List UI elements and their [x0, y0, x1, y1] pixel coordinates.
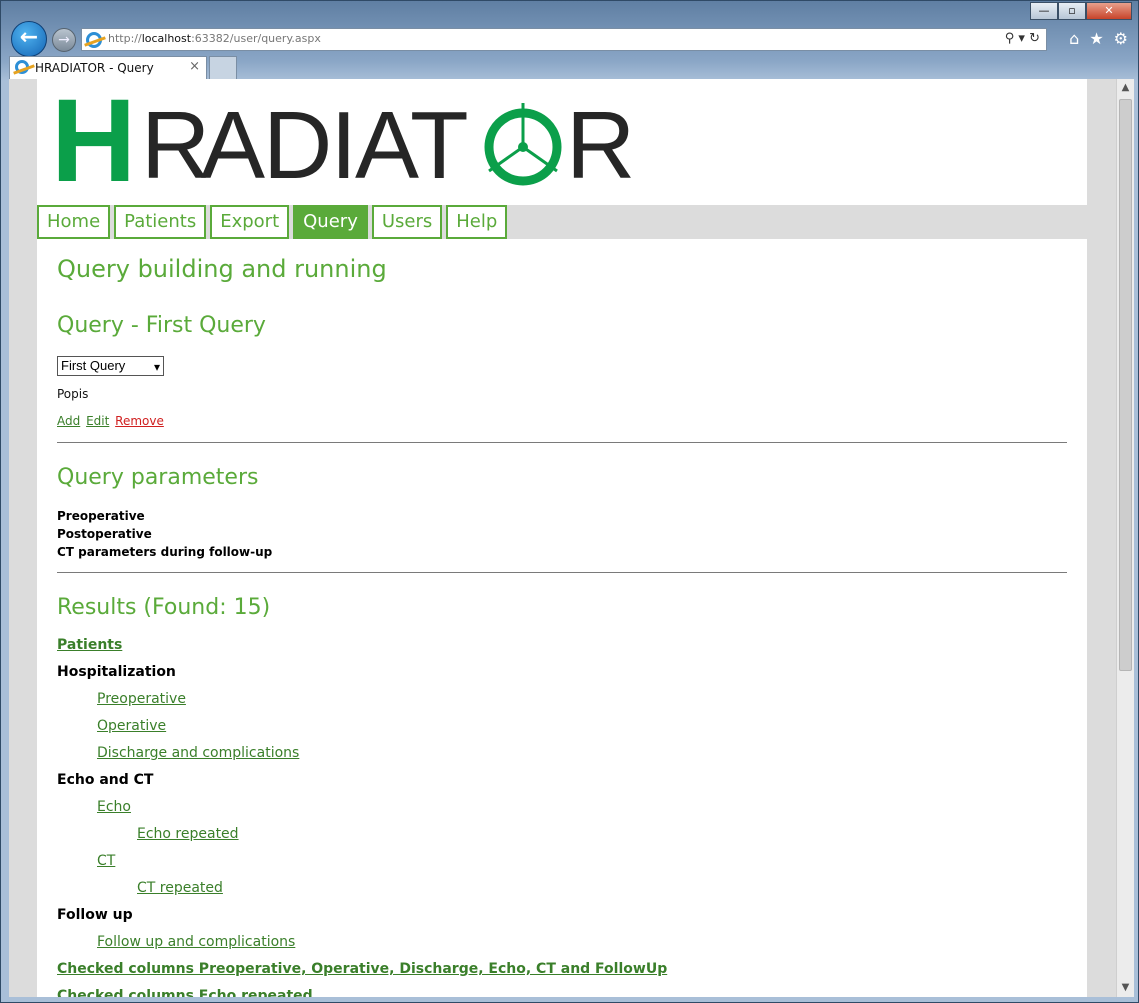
param-item: Postoperative	[57, 527, 152, 541]
favorites-star-icon[interactable]: ★	[1089, 29, 1103, 48]
query-description: Popis	[57, 387, 89, 401]
address-tools: ⚲ ▾ ↻	[1004, 31, 1040, 46]
minimize-button[interactable]: —	[1030, 2, 1058, 20]
menu-item-users[interactable]: Users	[371, 205, 443, 239]
ie-icon	[86, 32, 102, 48]
result-link-checked-echo-repeated[interactable]: Checked columns Echo repeated	[57, 988, 313, 997]
browser-window: — ▫ ✕ ← → http://localhost:63382/user/qu…	[0, 0, 1139, 1003]
page-title: Query building and running	[57, 255, 387, 283]
back-arrow-icon[interactable]: ←	[11, 21, 47, 57]
scroll-up-icon[interactable]: ▲	[1117, 79, 1134, 97]
tab-title: HRADIATOR - Query	[35, 61, 154, 75]
edit-link[interactable]: Edit	[86, 414, 109, 428]
main-menu: Home Patients Export Query Users Help	[37, 205, 508, 239]
result-link-operative[interactable]: Operative	[97, 718, 166, 734]
url-text[interactable]: http://localhost:63382/user/query.aspx	[108, 32, 321, 45]
vertical-scrollbar[interactable]: ▲ ▼	[1116, 79, 1134, 997]
result-link-echo-repeated[interactable]: Echo repeated	[137, 826, 239, 842]
param-item: CT parameters during follow-up	[57, 545, 273, 559]
scroll-down-icon[interactable]: ▼	[1117, 979, 1134, 997]
scroll-thumb[interactable]	[1119, 99, 1132, 671]
steering-wheel-icon	[484, 103, 562, 186]
hradiator-logo: H R ADIAT R	[51, 79, 635, 207]
main-menu-bar: Home Patients Export Query Users Help	[37, 205, 1087, 239]
params-title: Query parameters	[57, 465, 259, 490]
result-link-ct[interactable]: CT	[97, 853, 115, 869]
tab-strip: HRADIATOR - Query ×	[9, 56, 1134, 79]
result-heading-follow-up: Follow up	[57, 907, 133, 923]
query-title: Query - First Query	[57, 313, 266, 338]
close-window-button[interactable]: ✕	[1086, 2, 1132, 20]
home-icon[interactable]: ⌂	[1069, 29, 1079, 48]
divider	[57, 442, 1067, 443]
page: H R ADIAT R Home Patients Export Query U…	[37, 79, 1087, 997]
result-heading-hospitalization: Hospitalization	[57, 664, 176, 680]
navigation-bar: ← → http://localhost:63382/user/query.as…	[9, 19, 1134, 59]
result-link-follow-up-complications[interactable]: Follow up and complications	[97, 934, 295, 950]
query-select[interactable]: First Query ▾	[57, 356, 164, 376]
add-link[interactable]: Add	[57, 414, 80, 428]
menu-item-help[interactable]: Help	[446, 205, 508, 239]
menu-item-query[interactable]: Query	[293, 205, 368, 239]
remove-link[interactable]: Remove	[115, 414, 164, 428]
menu-item-home[interactable]: Home	[37, 205, 111, 239]
search-icon[interactable]: ⚲	[1005, 31, 1015, 46]
query-actions: Add Edit Remove	[57, 414, 166, 428]
new-tab-button[interactable]	[209, 56, 237, 79]
maximize-button[interactable]: ▫	[1058, 2, 1086, 20]
menu-item-patients[interactable]: Patients	[114, 205, 207, 239]
divider	[57, 572, 1067, 573]
result-link-checked-columns[interactable]: Checked columns Preoperative, Operative,…	[57, 961, 667, 977]
result-heading-echo-ct: Echo and CT	[57, 772, 154, 788]
browser-toolbar: ⌂ ★ ⚙	[1069, 29, 1128, 48]
result-link-patients[interactable]: Patients	[57, 637, 122, 653]
result-link-preoperative[interactable]: Preoperative	[97, 691, 186, 707]
forward-arrow-icon[interactable]: →	[52, 28, 76, 52]
tab-close-icon[interactable]: ×	[189, 59, 200, 74]
results-title: Results (Found: 15)	[57, 595, 271, 620]
result-link-discharge[interactable]: Discharge and complications	[97, 745, 299, 761]
browser-tab[interactable]: HRADIATOR - Query ×	[9, 56, 207, 79]
ie-icon	[15, 60, 29, 74]
param-item: Preoperative	[57, 509, 145, 523]
refresh-icon[interactable]: ↻	[1029, 31, 1040, 46]
result-link-ct-repeated[interactable]: CT repeated	[137, 880, 223, 896]
page-viewport: H R ADIAT R Home Patients Export Query U…	[9, 79, 1134, 997]
window-controls: — ▫ ✕	[1030, 2, 1132, 20]
gear-icon[interactable]: ⚙	[1114, 29, 1128, 48]
address-bar[interactable]: http://localhost:63382/user/query.aspx ⚲…	[81, 28, 1047, 51]
result-link-echo[interactable]: Echo	[97, 799, 131, 815]
chevron-down-icon: ▾	[153, 360, 160, 374]
menu-item-export[interactable]: Export	[210, 205, 290, 239]
